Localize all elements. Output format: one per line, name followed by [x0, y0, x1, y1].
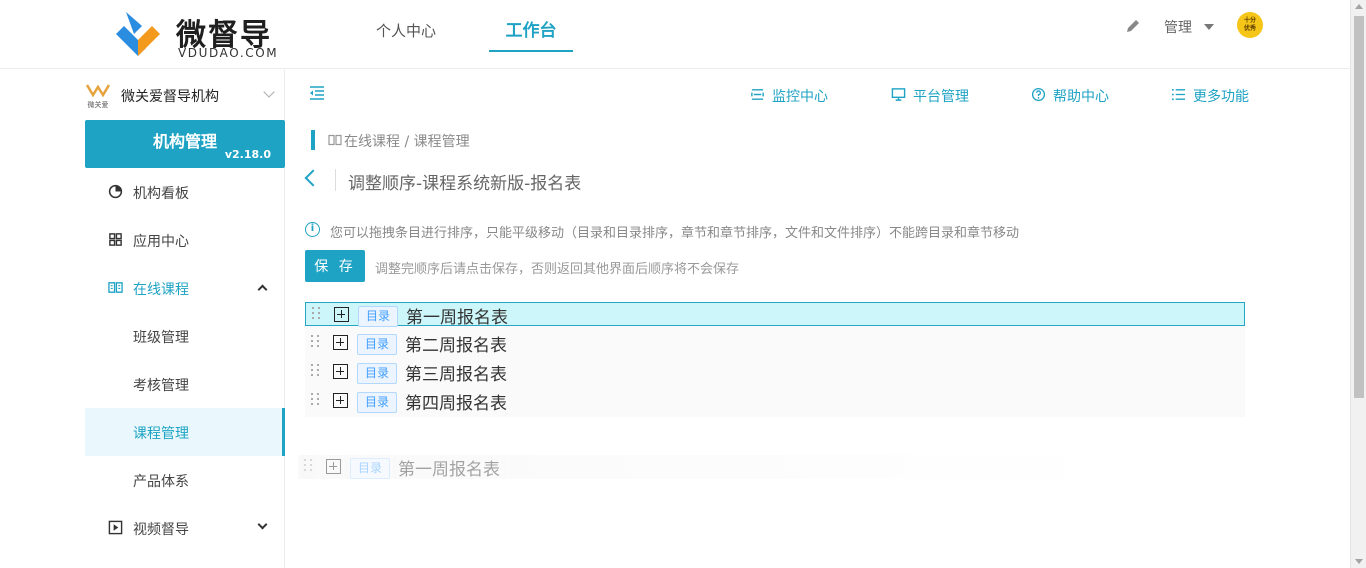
sidebar-item-label: 机构看板	[133, 186, 189, 202]
pie-chart-icon	[108, 184, 123, 199]
vertical-scrollbar[interactable]	[1350, 0, 1366, 568]
directory-tag: 目录	[357, 363, 397, 384]
tree-row-name: 第一周报名表	[406, 308, 508, 328]
book-icon	[328, 134, 342, 146]
drag-handle-icon[interactable]	[311, 393, 321, 407]
info-icon: i	[305, 222, 320, 237]
sidebar-item-label: 应用中心	[133, 234, 189, 250]
sidebar-item-label: 考核管理	[133, 378, 189, 394]
org-switcher[interactable]: 微关爱 微关爱督导机构	[85, 80, 285, 110]
avatar-text-bottom: 优秀	[1243, 25, 1256, 32]
book-icon	[108, 282, 123, 293]
org-management-card: 机构管理 v2.18.0	[85, 120, 285, 168]
sortable-tree: 目录 第一周报名表 目录 第二周报名表 目录 第三周报名表 目录 第四周报名表	[305, 302, 1245, 417]
scroll-up-arrow-icon[interactable]	[1355, 4, 1363, 9]
tree-row[interactable]: 目录 第二周报名表	[305, 331, 1245, 356]
org-logo: 微关爱	[85, 82, 111, 109]
desktop-icon	[891, 88, 906, 101]
drag-ghost-name: 第一周报名表	[398, 460, 500, 480]
brand-logo-icon	[116, 12, 160, 56]
help-icon	[1031, 87, 1046, 102]
admin-menu-label[interactable]: 管理	[1164, 17, 1192, 37]
save-tip: 调整完顺序后请点击保存，否则返回其他界面后顺序将不会保存	[375, 262, 740, 277]
toolbar-label: 帮助中心	[1053, 89, 1109, 105]
sidebar-item-course-management[interactable]: 课程管理	[85, 408, 285, 456]
sidebar-item-label: 课程管理	[133, 426, 189, 442]
directory-tag: 目录	[357, 392, 397, 413]
toolbar-label: 更多功能	[1193, 89, 1249, 105]
title-divider	[335, 169, 336, 191]
nav-personal-center[interactable]: 个人中心	[372, 0, 440, 69]
sidebar-item-label: 产品体系	[133, 474, 189, 490]
monitor-list-icon	[751, 89, 764, 100]
grid-icon	[109, 233, 122, 246]
admin-dropdown-caret-icon[interactable]	[1204, 24, 1214, 30]
scroll-down-arrow-icon[interactable]	[1355, 559, 1363, 564]
breadcrumb: 在线课程 / 课程管理	[344, 134, 470, 150]
toolbar-label: 平台管理	[913, 89, 969, 105]
sidebar-item-dashboard[interactable]: 机构看板	[85, 168, 285, 216]
page-title: 调整顺序-课程系统新版-报名表	[348, 174, 582, 194]
sidebar-item-label: 视频督导	[133, 522, 189, 538]
tree-row[interactable]: 目录 第三周报名表	[305, 360, 1245, 385]
drag-handle-icon[interactable]	[312, 307, 322, 321]
chevron-down-icon[interactable]	[257, 519, 268, 530]
tree-row[interactable]: 目录 第一周报名表	[305, 302, 1245, 328]
directory-tag: 目录	[350, 458, 390, 479]
expand-icon[interactable]	[333, 335, 348, 350]
sidebar: 微关爱 微关爱督导机构 机构管理 v2.18.0 机构看板 应用中心 在线课程 …	[0, 70, 285, 568]
more-list-icon	[1171, 88, 1186, 101]
top-header: 微督导 VDUDAO.COM 个人中心 工作台 管理 十分 优秀	[0, 0, 1350, 69]
sidebar-item-video-supervision[interactable]: 视频督导	[85, 504, 285, 552]
collapse-sidebar-icon[interactable]	[309, 86, 325, 100]
directory-tag: 目录	[358, 306, 398, 327]
info-text: 您可以拖拽条目进行排序，只能平级移动（目录和目录排序，章节和章节排序，文件和文件…	[330, 226, 1020, 241]
edit-icon[interactable]	[1125, 18, 1141, 34]
expand-icon[interactable]	[333, 393, 348, 408]
sidebar-item-app-center[interactable]: 应用中心	[85, 216, 285, 264]
sidebar-item-class-management[interactable]: 班级管理	[85, 312, 285, 360]
play-icon	[108, 520, 123, 535]
drag-ghost-row: 目录 第一周报名表	[298, 455, 1118, 480]
avatar-text-top: 十分	[1243, 17, 1256, 24]
sidebar-item-assessment-management[interactable]: 考核管理	[85, 360, 285, 408]
sidebar-item-label: 班级管理	[133, 330, 189, 346]
scrollbar-thumb[interactable]	[1354, 16, 1364, 398]
breadcrumb-accent-bar	[311, 130, 315, 150]
drag-handle-icon[interactable]	[311, 364, 321, 378]
org-name: 微关爱督导机构	[121, 89, 219, 105]
tree-row-name: 第二周报名表	[405, 336, 507, 356]
org-logo-icon	[85, 84, 111, 98]
expand-icon[interactable]	[334, 307, 349, 322]
chevron-up-icon[interactable]	[257, 284, 268, 295]
chevron-down-icon[interactable]	[263, 86, 275, 98]
back-arrow-icon[interactable]	[304, 169, 322, 187]
toolbar-label: 监控中心	[772, 89, 828, 105]
avatar[interactable]: 十分 优秀	[1237, 12, 1263, 38]
brand-logo[interactable]: 微督导 VDUDAO.COM	[112, 8, 292, 62]
drag-handle-icon[interactable]	[311, 335, 321, 349]
tree-row[interactable]: 目录 第四周报名表	[305, 389, 1245, 414]
save-button[interactable]: 保 存	[305, 250, 365, 282]
org-logo-caption: 微关爱	[87, 101, 109, 109]
expand-icon[interactable]	[333, 364, 348, 379]
sidebar-item-product-system[interactable]: 产品体系	[85, 456, 285, 504]
app-root: 微督导 VDUDAO.COM 个人中心 工作台 管理 十分 优秀 微关爱 微关爱…	[0, 0, 1366, 568]
directory-tag: 目录	[357, 334, 397, 355]
brand-domain: VDUDAO.COM	[178, 46, 279, 60]
sidebar-item-online-courses[interactable]: 在线课程	[85, 264, 285, 312]
version-label: v2.18.0	[224, 148, 271, 161]
drag-handle-icon	[304, 459, 314, 473]
tree-row-name: 第三周报名表	[405, 365, 507, 385]
expand-icon	[326, 459, 341, 474]
tree-row-name: 第四周报名表	[405, 394, 507, 414]
sidebar-item-label: 在线课程	[133, 282, 189, 298]
nav-workbench[interactable]: 工作台	[489, 0, 573, 69]
